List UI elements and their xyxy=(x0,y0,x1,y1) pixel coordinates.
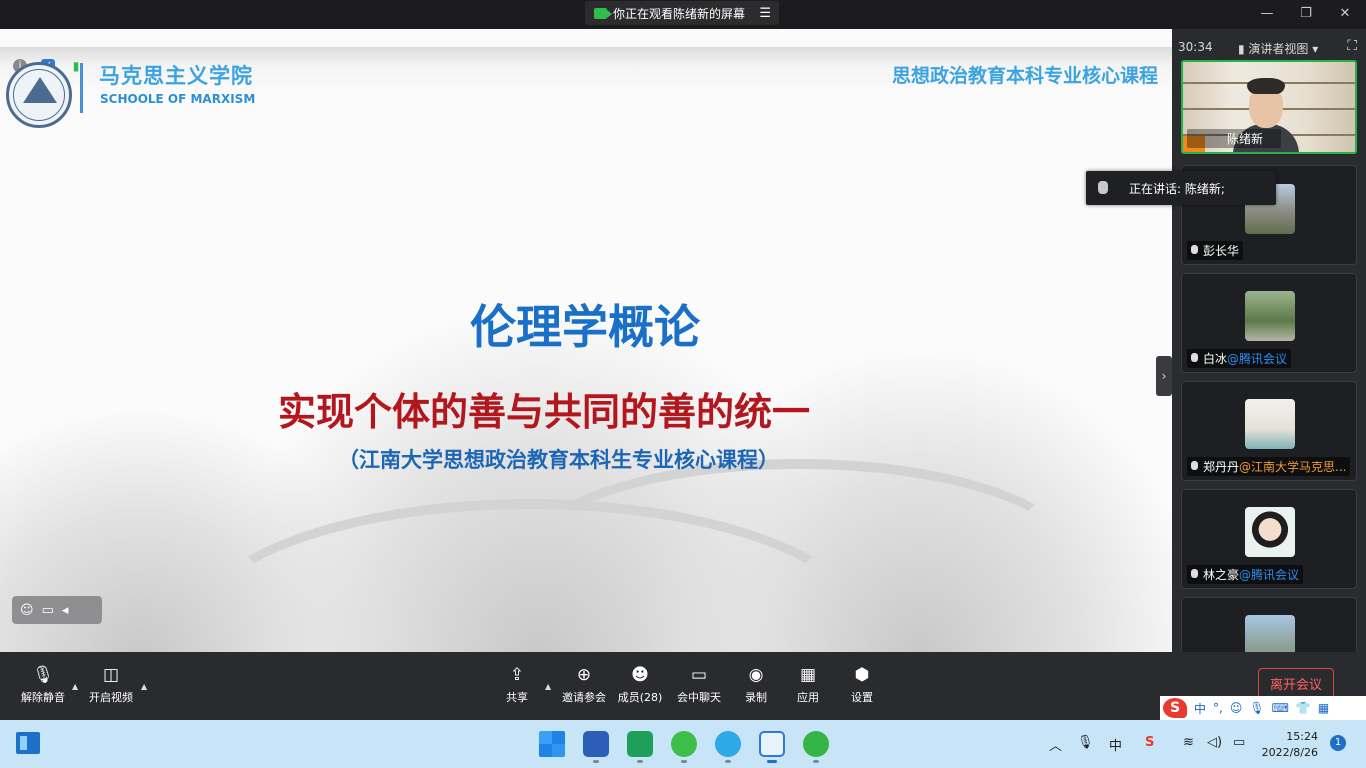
browser-icon[interactable] xyxy=(671,731,697,757)
emoji-icon[interactable]: ☺ xyxy=(1230,701,1243,715)
mic-muted-icon: 🎙 xyxy=(32,665,54,685)
speaking-tooltip: 正在讲话: 陈绪新; xyxy=(1086,171,1276,205)
logo-divider xyxy=(80,63,83,113)
participant-tile[interactable]: 郑丹丹@江南大学马克思... xyxy=(1181,381,1357,481)
shared-slide: i ✓ ▮ 马克思主义学院 SCHOOLE OF MARXISM 思想政治教育本… xyxy=(0,29,1172,652)
settings-button[interactable]: ⬢ 设置 xyxy=(829,665,895,705)
mic-muted-icon xyxy=(1191,461,1198,470)
mic-muted-icon xyxy=(1191,569,1198,578)
fullscreen-icon[interactable]: ⛶ xyxy=(1347,38,1357,54)
view-mode-dropdown[interactable]: ▮ 演讲者视图 ▾ xyxy=(1238,40,1318,57)
unmute-button[interactable]: 🎙 解除静音 xyxy=(10,665,76,705)
show-hidden-icons-chevron[interactable]: ︿ xyxy=(1049,735,1062,754)
collapse-left-icon[interactable]: ◂ xyxy=(62,603,69,618)
course-header: 思想政治教育本科专业核心课程 xyxy=(891,65,1158,87)
punctuation-icon[interactable]: °, xyxy=(1213,701,1223,715)
apps-icon: ▦ xyxy=(799,665,817,685)
ime-toolbar[interactable]: S 中 °, ☺ 🎙 ⌨ 👕 ▦ xyxy=(1160,696,1366,720)
notification-badge[interactable]: 1 xyxy=(1330,735,1346,751)
school-name-cn: 马克思主义学院 xyxy=(99,64,253,88)
camera-off-icon: ◫ xyxy=(102,665,120,685)
tencent-meeting-icon[interactable] xyxy=(759,731,785,757)
avatar xyxy=(1245,507,1295,557)
widgets-icon[interactable] xyxy=(16,732,40,754)
start-menu-icon[interactable] xyxy=(539,731,565,757)
comment-icon[interactable]: ▭ xyxy=(42,603,54,618)
menu-icon[interactable]: ☰ xyxy=(759,6,771,21)
slide-subtitle: 实现个体的善与共同的善的统一 xyxy=(278,390,811,434)
wechat-icon[interactable] xyxy=(803,731,829,757)
record-icon: ◉ xyxy=(748,665,764,685)
mic-icon[interactable]: 🎙 xyxy=(1249,701,1264,715)
banner-text: 你正在观看陈绪新的屏幕 xyxy=(613,6,746,21)
start-video-button[interactable]: ◫ 开启视频 xyxy=(78,665,144,705)
participant-tile[interactable] xyxy=(1181,597,1357,665)
pdf-app-icon[interactable] xyxy=(627,731,653,757)
great-wall-decoration xyxy=(520,459,1080,652)
screen-share-banner[interactable]: 你正在观看陈绪新的屏幕 ☰ xyxy=(585,1,779,25)
reaction-bar[interactable]: ☺ ▭ ◂ xyxy=(12,596,102,624)
restore-icon[interactable]: ❐ xyxy=(1296,6,1316,21)
sidebar-collapse-button[interactable]: › xyxy=(1156,356,1172,396)
mic-muted-icon xyxy=(1191,245,1198,254)
presenter-video-tile[interactable]: 陈绪新 xyxy=(1181,60,1357,154)
sogou-icon[interactable]: S xyxy=(1163,698,1187,718)
toolbox-icon[interactable]: ▦ xyxy=(1318,701,1329,715)
university-logo xyxy=(6,62,72,128)
minimize-icon[interactable]: — xyxy=(1257,6,1277,21)
members-icon: ☻ xyxy=(631,665,649,685)
skin-icon[interactable]: 👕 xyxy=(1296,701,1311,715)
share-button[interactable]: ⇪ 共享 xyxy=(484,665,550,705)
camera-icon xyxy=(594,7,612,19)
presenter-name: 陈绪新 xyxy=(1187,129,1282,148)
avatar xyxy=(1245,399,1295,449)
sogou-tray-icon[interactable]: S xyxy=(1145,735,1154,750)
add-user-icon: ⊕ xyxy=(576,665,592,685)
slide-title: 伦理学概论 xyxy=(470,300,700,354)
word-icon[interactable] xyxy=(583,731,609,757)
chevron-right-icon: › xyxy=(1161,369,1167,383)
participant-tile[interactable]: 林之豪@腾讯会议 xyxy=(1181,489,1357,589)
windows-taskbar: ︿ 🎙 中 S ≋ ◁) ▭ 15:24 2022/8/26 1 xyxy=(0,720,1366,768)
avatar xyxy=(1245,291,1295,341)
mic-muted-icon xyxy=(1191,353,1198,362)
keyboard-icon[interactable]: ⌨ xyxy=(1272,701,1289,715)
chat-icon: ▭ xyxy=(690,665,708,685)
members-button[interactable]: ☻ 成员(28) xyxy=(607,665,673,705)
participant-sidebar: 30:34 ▮ 演讲者视图 ▾ ⛶ 陈绪新 彭长华 白冰@腾讯会议 郑丹丹@江南… xyxy=(1172,29,1366,665)
share-screen-icon: ⇪ xyxy=(509,665,525,685)
video-options-caret[interactable]: ▲ xyxy=(141,682,147,691)
system-clock[interactable]: 15:24 2022/8/26 xyxy=(1258,729,1318,761)
meeting-timer: 30:34 xyxy=(1178,40,1213,54)
battery-icon[interactable]: ▭ xyxy=(1233,735,1245,750)
close-icon[interactable]: ✕ xyxy=(1335,6,1355,21)
ime-indicator[interactable]: 中 xyxy=(1109,735,1122,754)
wifi-icon[interactable]: ≋ xyxy=(1183,735,1194,750)
mic-icon[interactable]: 🎙 xyxy=(1077,735,1094,750)
mic-icon xyxy=(1098,181,1108,194)
slide-note: （江南大学思想政治教育本科生专业核心课程） xyxy=(338,447,779,472)
meeting-top-bar: 你正在观看陈绪新的屏幕 ☰ — ❐ ✕ xyxy=(0,0,1366,29)
participant-tile[interactable]: 白冰@腾讯会议 xyxy=(1181,273,1357,373)
emoji-icon[interactable]: ☺ xyxy=(20,603,34,618)
school-name-en: SCHOOLE OF MARXISM xyxy=(100,92,256,106)
qq-browser-icon[interactable] xyxy=(715,731,741,757)
volume-icon[interactable]: ◁) xyxy=(1207,735,1222,750)
settings-icon: ⬢ xyxy=(854,665,870,685)
